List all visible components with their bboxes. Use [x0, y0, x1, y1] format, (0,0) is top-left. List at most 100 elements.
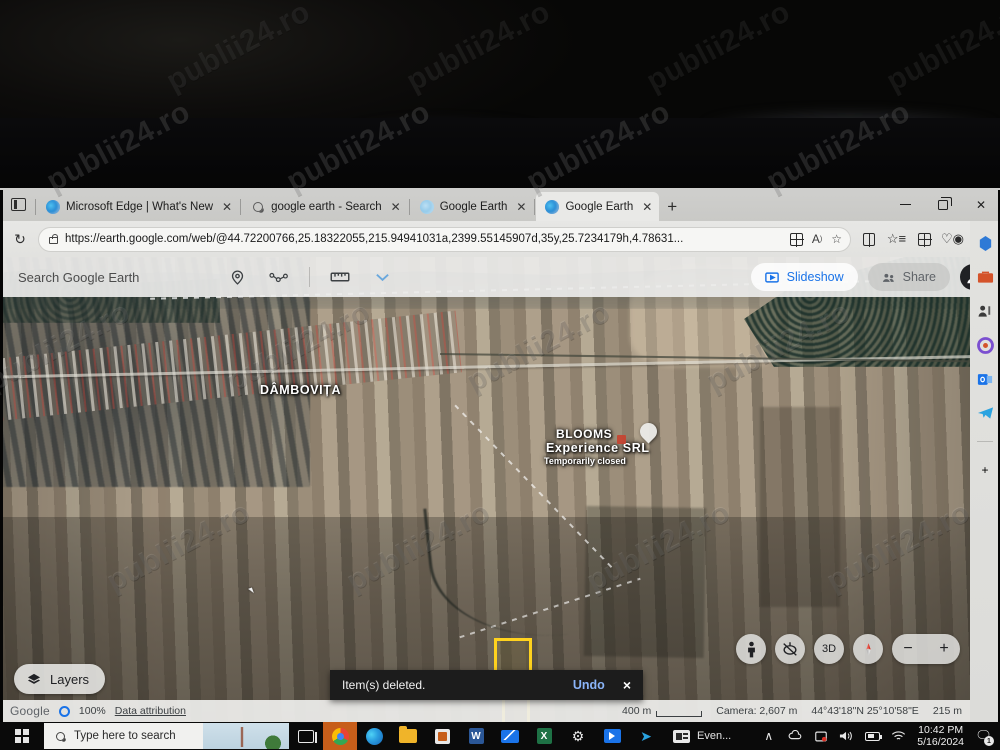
status-right: 400 m Camera: 2,607 m 44°43'18"N 25°10'5…	[622, 704, 1000, 718]
tab-microsoft-edge-whats-new[interactable]: Microsoft Edge | What's New ✕	[37, 192, 239, 221]
undo-button[interactable]: Undo	[573, 678, 605, 692]
refresh-button[interactable]: ↻	[6, 226, 34, 252]
telegram-icon[interactable]	[975, 403, 995, 423]
wifi-icon[interactable]	[891, 729, 906, 744]
edge-icon[interactable]	[357, 722, 391, 750]
excel-icon[interactable]: X	[527, 722, 561, 750]
place-pin-icon[interactable]	[225, 265, 249, 289]
tab-title: google earth - Search	[271, 200, 382, 213]
toolbar-divider	[309, 267, 310, 287]
notifications-icon[interactable]: 🗨 1	[975, 728, 994, 746]
zoom-in-button[interactable]: +	[928, 634, 960, 664]
path-polygon-icon[interactable]	[267, 265, 291, 289]
taskbar-clock[interactable]: 10:42 PM 5/16/2024	[917, 724, 964, 748]
close-window-button[interactable]: ✕	[962, 190, 1000, 220]
onedrive-icon[interactable]	[787, 729, 802, 744]
tilt-reset-icon[interactable]	[775, 634, 805, 664]
clock-time: 10:42 PM	[918, 723, 964, 736]
mail-icon[interactable]	[493, 722, 527, 750]
tab-google-earth-2[interactable]: Google Earth ✕	[536, 192, 660, 221]
earth-icon	[545, 199, 560, 214]
maximize-icon	[938, 197, 952, 210]
shopping-icon[interactable]	[975, 267, 995, 287]
collections-icon[interactable]	[789, 232, 804, 247]
coordinates: 44°43'18"N 25°10'58"E	[811, 705, 919, 717]
layers-icon	[27, 673, 41, 684]
ruler-measure-icon[interactable]	[328, 265, 352, 289]
scale-bar-line	[656, 711, 703, 717]
layers-label: Layers	[50, 671, 90, 687]
tab-actions-icon	[10, 198, 26, 211]
new-tab-button[interactable]: +	[659, 192, 685, 221]
compass-icon[interactable]	[853, 634, 883, 664]
photo-edge-left	[0, 190, 3, 750]
close-icon[interactable]: ✕	[639, 199, 655, 215]
favorite-star-icon[interactable]: ☆	[831, 232, 842, 246]
tab-divider	[534, 199, 536, 215]
movies-tv-icon[interactable]	[595, 722, 629, 750]
sidebar-divider	[977, 441, 993, 442]
close-icon[interactable]: ✕	[219, 199, 235, 215]
loading-ring-icon	[58, 705, 70, 717]
snackbar-toast: Item(s) deleted. Undo ×	[330, 670, 643, 700]
layers-button[interactable]: Layers	[14, 664, 106, 694]
microsoft-365-icon[interactable]	[975, 335, 995, 355]
poi-pin-icon[interactable]	[636, 419, 661, 445]
taskbar-search-input[interactable]: Type here to search	[44, 723, 289, 749]
street-view-pegman-icon[interactable]	[736, 634, 766, 664]
battery-icon[interactable]	[865, 729, 883, 744]
outlook-icon[interactable]	[975, 369, 995, 389]
edge-sidebar: +	[970, 221, 1000, 722]
read-aloud-icon[interactable]: A)	[812, 232, 822, 246]
collections-panel-icon[interactable]	[911, 226, 938, 252]
tab-google-earth-search[interactable]: google earth - Search ✕	[242, 192, 408, 221]
microsoft-store-icon[interactable]	[425, 722, 459, 750]
tab-actions-button[interactable]	[2, 188, 34, 221]
minimize-button[interactable]	[886, 190, 924, 220]
share-button[interactable]: Share	[867, 263, 950, 291]
tab-google-earth-1[interactable]: Google Earth ✕	[411, 192, 534, 221]
file-explorer-icon[interactable]	[391, 722, 425, 750]
favorites-icon[interactable]: ☆≡	[883, 226, 910, 252]
search-input[interactable]: Search Google Earth	[0, 257, 215, 297]
maximize-button[interactable]	[924, 190, 962, 220]
notification-count: 1	[984, 736, 994, 746]
loading-percent: 100%	[78, 705, 106, 717]
earth-top-bar: Search Google Earth Slideshow Share	[0, 257, 1000, 297]
add-sidebar-app-icon[interactable]: +	[975, 460, 995, 480]
search-highlight-image	[203, 723, 289, 749]
map-label-poi-line2: Experience SRL	[546, 441, 650, 455]
clock-date: 5/16/2024	[917, 736, 964, 748]
drop-people-icon[interactable]	[975, 301, 995, 321]
settings-icon[interactable]: ⚙	[561, 722, 595, 750]
dark-background	[0, 0, 1000, 190]
slideshow-label: Slideshow	[786, 270, 844, 284]
zoom-out-button[interactable]: −	[892, 634, 924, 664]
volume-icon[interactable]	[839, 729, 854, 744]
word-icon[interactable]: W	[459, 722, 493, 750]
window-controls: ✕	[886, 188, 1000, 221]
tab-title: Microsoft Edge | What's New	[66, 200, 214, 213]
close-icon[interactable]: ✕	[513, 199, 529, 215]
security-icon[interactable]	[813, 729, 828, 744]
earth-tools	[225, 265, 394, 289]
telegram-icon[interactable]: ➤	[629, 722, 663, 750]
split-screen-icon[interactable]	[855, 226, 882, 252]
chrome-icon[interactable]	[323, 722, 357, 750]
task-view-icon[interactable]	[289, 722, 323, 750]
close-icon[interactable]: ×	[623, 677, 631, 693]
poi-building-marker	[617, 435, 626, 444]
windows-start-icon[interactable]	[0, 722, 44, 750]
view-3d-button[interactable]: 3D	[814, 634, 844, 664]
browser-essentials-icon[interactable]: ♡◉	[939, 226, 966, 252]
copilot-icon[interactable]	[975, 233, 995, 253]
show-hidden-icons[interactable]: ∧	[761, 729, 776, 744]
monitor-photo: Microsoft Edge | What's New ✕ google ear…	[0, 0, 1000, 750]
address-input[interactable]: https://earth.google.com/web/@44.7220076…	[38, 226, 851, 252]
slideshow-button[interactable]: Slideshow	[750, 263, 858, 291]
chevron-down-icon[interactable]	[370, 265, 394, 289]
close-icon[interactable]: ✕	[388, 199, 404, 215]
taskbar-window-button[interactable]: Even...	[663, 722, 741, 750]
data-attribution-link[interactable]: Data attribution	[115, 705, 186, 717]
search-icon	[251, 200, 265, 214]
